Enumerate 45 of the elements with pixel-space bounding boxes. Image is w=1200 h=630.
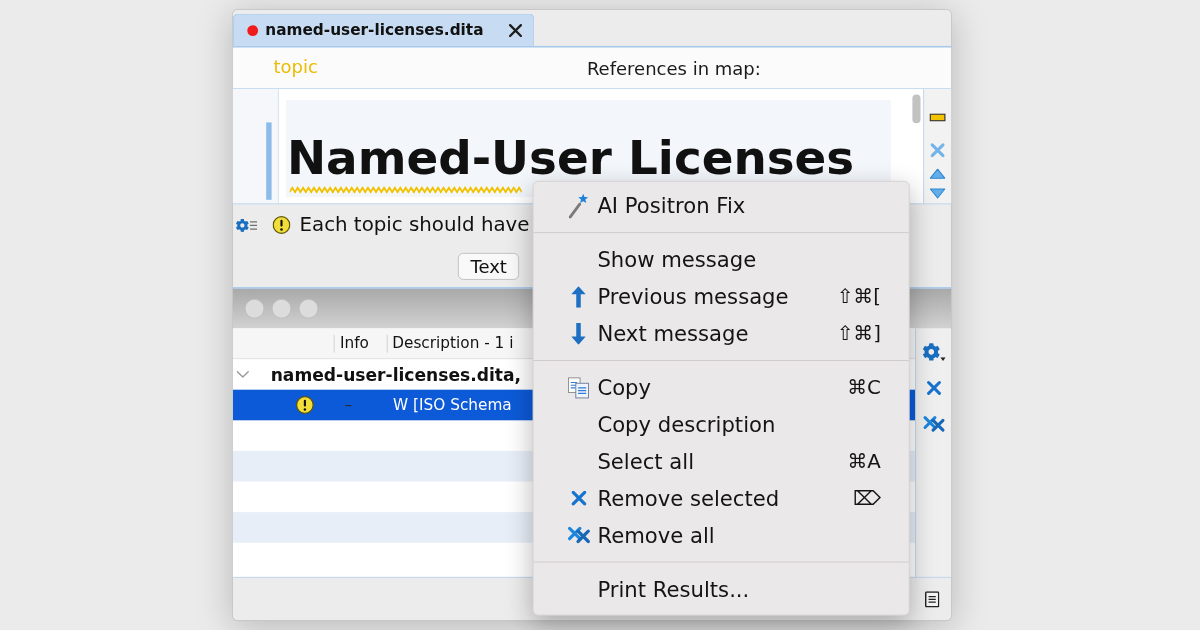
description-cell-text: W [ISO Schema bbox=[392, 394, 512, 416]
menu-item[interactable]: Previous message ⇧⌘[ bbox=[533, 278, 909, 315]
file-group-label: named-user-licenses.dita, bbox=[270, 363, 522, 387]
menu-item[interactable]: Next message ⇧⌘] bbox=[533, 315, 909, 352]
x-icon[interactable] bbox=[926, 380, 941, 396]
references-label: References in map: bbox=[586, 58, 761, 79]
keyboard-shortcut: ⌦ bbox=[852, 485, 881, 511]
magic-wand-icon bbox=[568, 193, 589, 219]
menu-item[interactable]: AI Positron Fix bbox=[533, 187, 909, 225]
triangle-up-icon[interactable] bbox=[929, 168, 946, 180]
column-header[interactable]: Info bbox=[340, 333, 369, 352]
warning-icon bbox=[272, 216, 291, 234]
x-icon[interactable] bbox=[930, 143, 945, 158]
column-header[interactable]: Description - 1 i bbox=[392, 333, 514, 352]
topic-title: Named-User Licenses bbox=[286, 134, 855, 181]
settings-icon[interactable] bbox=[235, 218, 258, 232]
scrollbar-thumb[interactable] bbox=[911, 94, 921, 124]
double-x-icon bbox=[567, 526, 590, 544]
menu-item[interactable]: Select all ⌘A bbox=[533, 442, 909, 480]
triangle-down-icon[interactable] bbox=[929, 188, 946, 199]
keyboard-shortcut: ⇧⌘[ bbox=[836, 283, 881, 310]
double-x-icon[interactable] bbox=[922, 415, 945, 432]
marker-icon[interactable] bbox=[929, 113, 946, 122]
menu-item[interactable]: Copy ⌘C bbox=[533, 369, 909, 406]
menu-item[interactable]: Remove selected ⌦ bbox=[533, 479, 909, 517]
arrow-up-icon bbox=[571, 285, 586, 308]
keyboard-shortcut: ⌘A bbox=[847, 448, 881, 474]
x-icon bbox=[570, 490, 587, 506]
menu-item[interactable]: Remove all bbox=[533, 516, 909, 554]
keyboard-shortcut: ⇧⌘] bbox=[836, 320, 881, 347]
list-icon[interactable] bbox=[925, 590, 940, 608]
copy-icon bbox=[567, 374, 590, 401]
warning-icon bbox=[295, 396, 314, 414]
file-tab[interactable]: named-user-licenses.dita bbox=[232, 13, 535, 46]
chevron-down-icon[interactable] bbox=[236, 370, 250, 378]
info-cell: – bbox=[344, 395, 353, 414]
keyboard-shortcut: ⌘C bbox=[847, 374, 881, 401]
gear-dropdown-icon[interactable] bbox=[921, 342, 946, 361]
warning-message: Each topic should have bbox=[299, 213, 530, 237]
close-icon[interactable] bbox=[508, 22, 523, 38]
mode-tab[interactable]: Text bbox=[457, 252, 520, 280]
arrow-down-icon bbox=[571, 322, 586, 345]
menu-item[interactable]: Print Results... bbox=[533, 570, 909, 608]
menu-item[interactable]: Copy description bbox=[533, 405, 909, 443]
menu-item[interactable]: Show message bbox=[533, 241, 909, 279]
